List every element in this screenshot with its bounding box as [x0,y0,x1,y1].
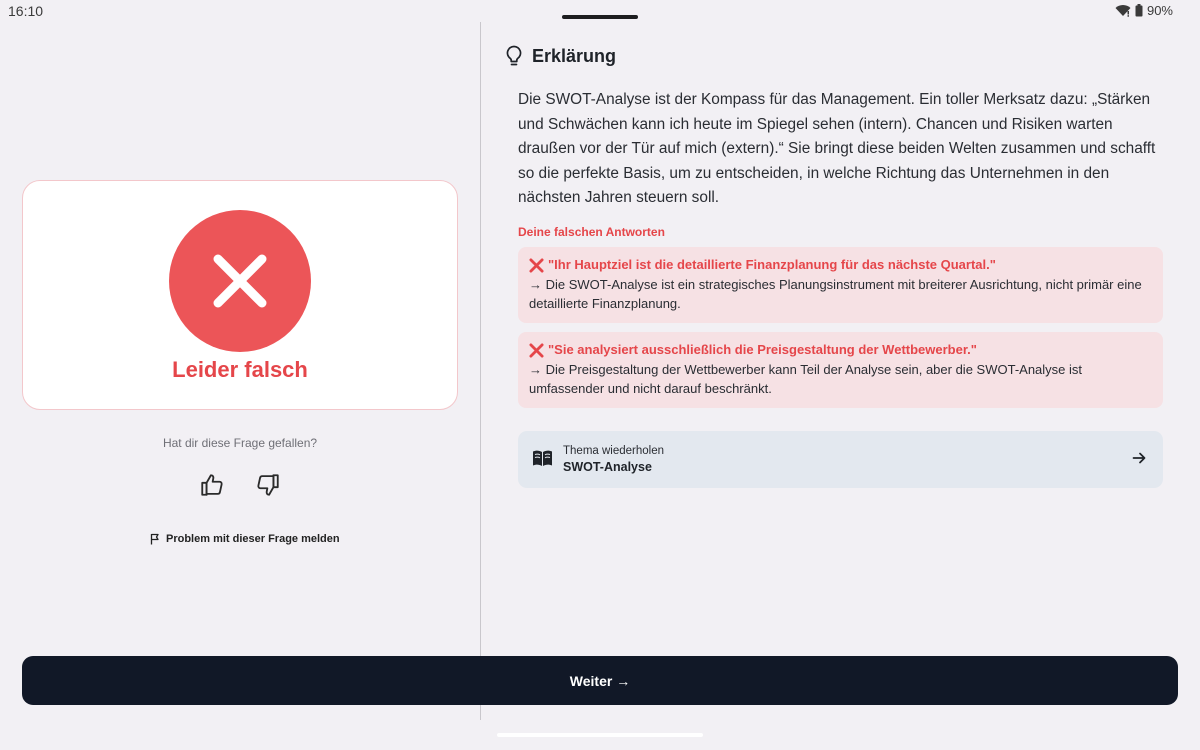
error-circle [169,210,311,352]
home-indicator [497,733,703,737]
wrong-answer-item: "Ihr Hauptziel ist die detaillierte Fina… [518,247,1163,323]
camera-notch [562,15,638,19]
cross-mark-icon [529,257,544,273]
wrong-answer-quote: "Ihr Hauptziel ist die detaillierte Fina… [548,257,996,272]
book-icon [533,450,552,466]
feedback-question: Hat dir diese Frage gefallen? [162,436,318,450]
wrong-answer-reason: → Die SWOT-Analyse ist ein strategisches… [529,277,1142,311]
wrong-answer-text: "Ihr Hauptziel ist die detaillierte Fina… [529,256,1151,274]
flag-icon [150,533,159,545]
thumbs-up-icon [201,474,223,496]
report-problem-link[interactable]: Problem mit dieser Frage melden [150,533,340,545]
wifi-icon [1115,4,1131,17]
wrong-answer-item: "Sie analysiert ausschließlich die Preis… [518,332,1163,408]
explanation-text: Die SWOT-Analyse ist der Kompass für das… [518,91,1156,206]
topic-name: SWOT-Analyse [563,460,652,474]
wrong-answers-heading: Deine falschen Antworten [518,225,665,239]
topic-subtitle: Thema wiederholen [563,445,665,457]
result-card: Leider falsch [22,180,458,410]
screen: 16:10 90% Leider falsch Hat dir diese Fr… [0,0,1200,750]
x-mark-icon [213,254,267,308]
review-topic-button[interactable]: Thema wiederholen SWOT-Analyse [518,431,1163,488]
explanation-header: Erklärung [505,45,616,67]
result-label: Leider falsch [172,357,308,382]
report-label: Problem mit dieser Frage melden [166,533,340,545]
thumbs-down-button[interactable] [255,472,281,498]
next-button[interactable]: Weiter → [22,656,1178,705]
arrow-right-icon [1132,452,1146,464]
pane-divider [480,22,481,720]
battery-icon [1135,4,1143,17]
status-time: 16:10 [8,3,44,19]
wrong-answer-text: "Sie analysiert ausschließlich die Preis… [529,341,1151,359]
lightbulb-icon [506,45,522,66]
thumbs-up-button[interactable] [199,472,225,498]
explanation-title: Erklärung [532,45,617,66]
status-icons: 90% [1115,3,1173,18]
thumbs-down-icon [257,474,279,496]
battery-percent: 90% [1146,3,1173,18]
cross-mark-icon [529,342,544,358]
wrong-answer-reason: → Die Preisgestaltung der Wettbewerber k… [529,362,1083,396]
wrong-answer-quote: "Sie analysiert ausschließlich die Preis… [548,342,977,357]
